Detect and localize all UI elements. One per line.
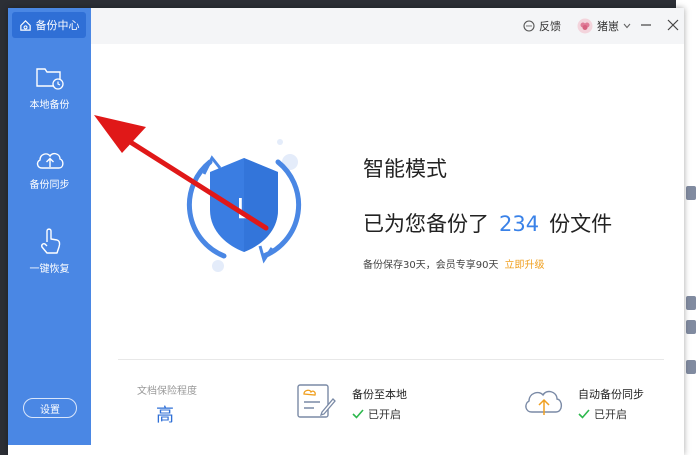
cloud-upload-icon [36,152,64,169]
settings-button[interactable]: 设置 [23,398,77,418]
title-bar: 反馈 猪崽 [91,8,684,44]
document-edit-icon [297,384,336,418]
feedback-label: 反馈 [539,20,561,33]
sidebar-item-local-backup[interactable]: 本地备份 [8,64,91,128]
backup-center-window: 备份中心 本地备份 备份同步 一键恢复 设置 反馈 猪崽 L 智能模式 已为您备… [8,8,684,455]
sidebar-item-backup-sync[interactable]: 备份同步 [8,146,91,210]
upgrade-link[interactable]: 立即升级 [504,260,544,271]
protection-level-value: 高 [156,405,174,426]
close-icon [667,19,679,31]
local-backup-state-label: 已开启 [368,408,401,421]
sidebar-item-restore[interactable]: 一键恢复 [8,226,91,290]
sidebar-item-label: 备份同步 [29,180,70,191]
sidebar: 备份中心 本地备份 备份同步 一键恢复 设置 [8,8,91,445]
retention-note: 备份保存30天，会员专享90天 立即升级 [363,256,544,271]
username: 猪崽 [597,20,619,33]
close-button[interactable] [664,16,682,34]
local-backup-state: 已开启 [352,406,401,422]
minimize-button[interactable] [637,16,655,34]
chat-bubble-icon [523,20,535,32]
feedback-button[interactable]: 反馈 [523,18,561,34]
auto-sync-state: 已开启 [578,406,627,422]
local-backup-title: 备份至本地 [352,388,407,401]
sidebar-title-label: 备份中心 [35,19,80,32]
sidebar-item-label: 本地备份 [29,100,70,111]
minimize-icon [641,24,651,26]
summary-suffix: 份文件 [549,212,613,236]
summary-prefix: 已为您备份了 [363,212,489,236]
home-cloud-icon [19,19,31,31]
check-icon [352,409,364,419]
protection-level-label: 文档保险程度 [137,386,197,397]
chevron-down-icon [623,23,631,29]
sidebar-item-label: 一键恢复 [29,264,70,275]
check-icon [578,409,590,419]
mode-title: 智能模式 [363,157,447,181]
folder-clock-icon [35,68,64,90]
background-fragment [686,320,696,334]
background-fragment [686,360,696,374]
avatar [577,18,593,34]
cloud-sync-icon [525,390,563,415]
auto-sync-title: 自动备份同步 [578,388,644,401]
auto-sync-state-label: 已开启 [594,408,627,421]
hand-pointer-icon [40,228,60,254]
retention-text: 备份保存30天，会员专享90天 [363,260,499,271]
divider [118,359,664,360]
backup-summary: 已为您备份了 234 份文件 [363,208,612,238]
background-fragment [686,186,696,200]
backup-count: 234 [499,212,540,236]
user-menu[interactable]: 猪崽 [577,18,631,34]
background-fragment [686,296,696,310]
annotation-arrow [94,115,269,231]
sidebar-title[interactable]: 备份中心 [12,12,86,38]
